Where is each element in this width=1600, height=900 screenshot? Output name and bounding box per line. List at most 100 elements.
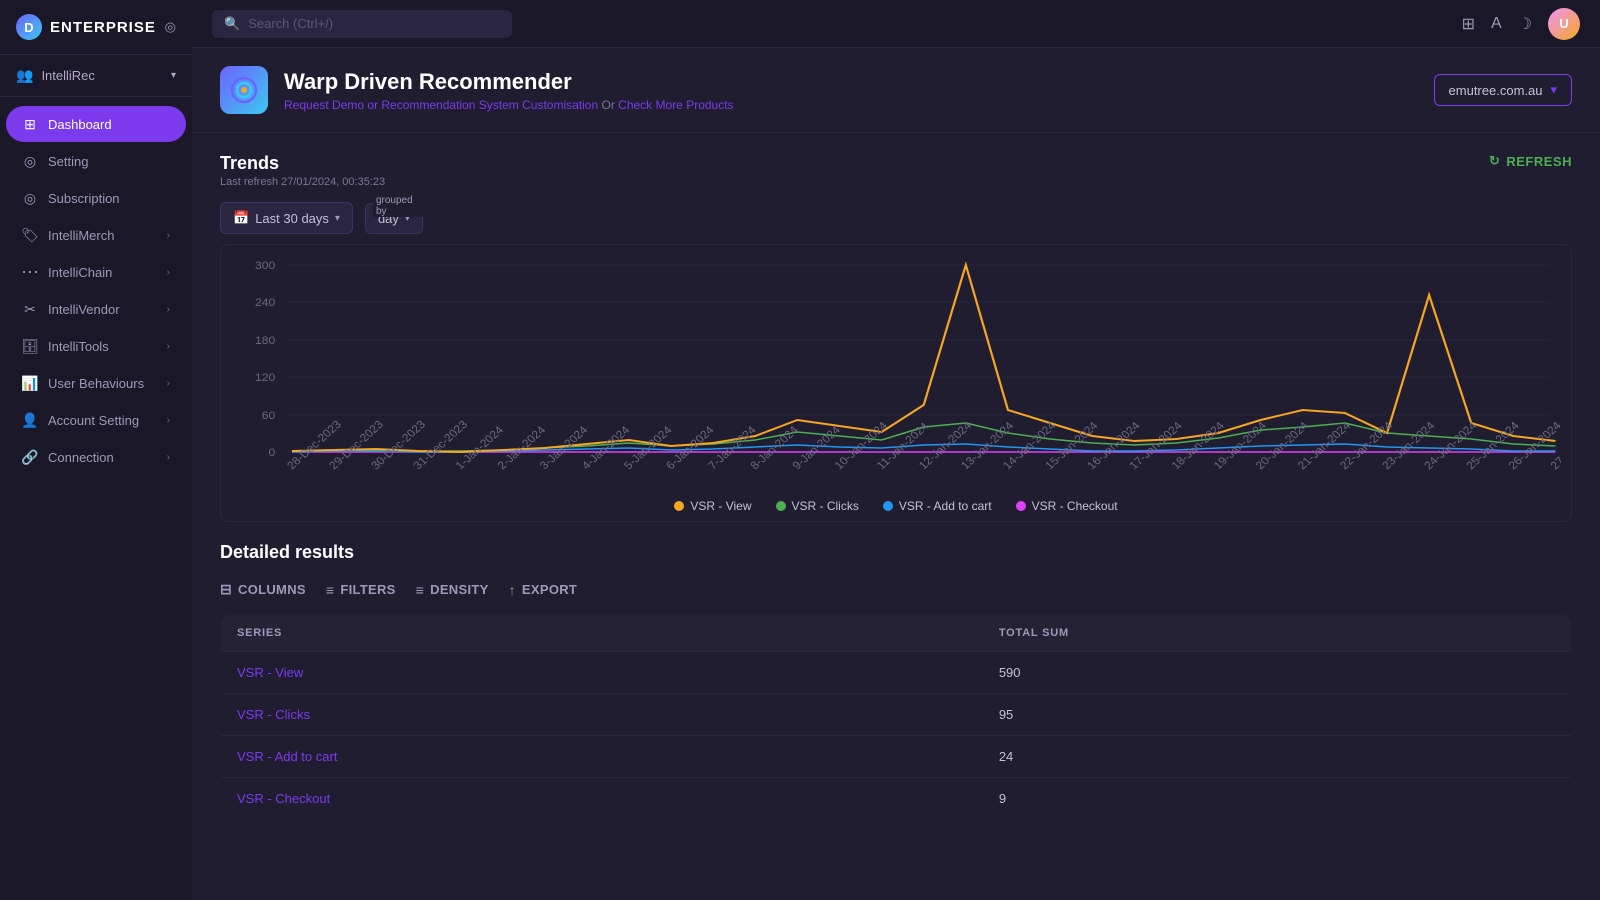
plugin-title: Warp Driven Recommender [284, 69, 734, 95]
sidebar-item-dashboard[interactable]: ⊞ Dashboard [6, 106, 186, 142]
sidebar-item-connection[interactable]: 🔗 Connection › [6, 439, 186, 475]
total-sum-cell: 95 [983, 694, 1572, 736]
legend-label-add-to-cart: VSR - Add to cart [899, 499, 992, 513]
filters-icon: ≡ [326, 582, 334, 598]
main: 🔍 Search (Ctrl+/) ⊞ A ☽ U Warp Driven [192, 0, 1600, 900]
date-range-button[interactable]: 📅 Last 30 days ▾ [220, 202, 353, 234]
sidebar-item-subscription[interactable]: ◎ Subscription [6, 180, 186, 216]
sidebar-item-label: Account Setting [48, 413, 139, 428]
topbar-actions: ⊞ A ☽ U [1462, 8, 1580, 40]
legend-vsr-view: VSR - View [674, 499, 751, 513]
svg-text:240: 240 [255, 297, 275, 309]
intellitools-chevron-icon: › [167, 341, 170, 352]
total-sum-cell: 24 [983, 736, 1572, 778]
search-icon: 🔍 [224, 16, 240, 32]
export-icon: ↑ [509, 582, 516, 598]
trends-title: Trends [220, 153, 385, 174]
intellichain-icon: ⋯ [22, 264, 38, 280]
sidebar-item-intellimerch[interactable]: 🏷 IntelliMerch › [6, 217, 186, 253]
svg-text:0: 0 [269, 447, 276, 459]
check-products-link[interactable]: Check More Products [618, 98, 733, 112]
filters-label: FILTERS [340, 582, 395, 597]
density-label: DENSITY [430, 582, 488, 597]
legend-vsr-clicks: VSR - Clicks [776, 499, 859, 513]
detailed-section: Detailed results ⊟ COLUMNS ≡ FILTERS ≡ D… [192, 542, 1600, 848]
col-total-sum: TOTAL SUM [983, 615, 1572, 652]
chart-controls: 📅 Last 30 days ▾ grouped by day ▾ [220, 202, 1572, 234]
users-icon: 👥 [16, 67, 33, 84]
total-sum-cell: 590 [983, 652, 1572, 694]
sidebar-item-label: IntelliVendor [48, 302, 120, 317]
table-row: VSR - View 590 [221, 652, 1572, 694]
export-button[interactable]: ↑ EXPORT [509, 582, 578, 598]
grouped-by-label: grouped by [373, 195, 423, 217]
svg-text:60: 60 [262, 410, 276, 422]
vsr-clicks-link[interactable]: VSR - Clicks [237, 707, 310, 722]
sidebar-item-intellivendor[interactable]: ✂ IntelliVendor › [6, 291, 186, 327]
legend-dot-clicks [776, 501, 786, 511]
density-icon: ≡ [416, 582, 424, 598]
sidebar-nav: ⊞ Dashboard ◎ Setting ◎ Subscription 🏷 I… [0, 97, 192, 900]
connection-icon: 🔗 [22, 449, 38, 465]
table-body: VSR - View 590 VSR - Clicks 95 VSR - Add… [221, 652, 1572, 820]
columns-label: COLUMNS [238, 582, 306, 597]
vsr-view-link[interactable]: VSR - View [237, 665, 303, 680]
sidebar-item-user-behaviours[interactable]: 📊 User Behaviours › [6, 365, 186, 401]
trends-section: Trends Last refresh 27/01/2024, 00:35:23… [192, 133, 1600, 542]
sidebar-item-label: Dashboard [48, 117, 112, 132]
dashboard-icon: ⊞ [22, 116, 38, 132]
sidebar-item-account-setting[interactable]: 👤 Account Setting › [6, 402, 186, 438]
target-icon[interactable]: ◎ [165, 19, 176, 35]
moon-icon[interactable]: ☽ [1518, 14, 1532, 34]
table-header: SERIES TOTAL SUM [221, 615, 1572, 652]
org-chevron-icon: ▾ [171, 70, 176, 81]
plugin-subtitle: Request Demo or Recommendation System Cu… [284, 98, 734, 112]
org-selector[interactable]: 👥 IntelliRec ▾ [0, 55, 192, 97]
series-cell: VSR - Add to cart [221, 736, 983, 778]
series-cell: VSR - View [221, 652, 983, 694]
chart-area: .grid-line { stroke: #2a2540; stroke-wid… [231, 255, 1561, 485]
user-behaviours-chevron-icon: › [167, 378, 170, 389]
vsr-checkout-link[interactable]: VSR - Checkout [237, 791, 330, 806]
request-demo-link[interactable]: Request Demo or Recommendation System Cu… [284, 98, 598, 112]
plugin-logo [220, 66, 268, 114]
account-setting-icon: 👤 [22, 412, 38, 428]
sidebar-item-intellichain[interactable]: ⋯ IntelliChain › [6, 254, 186, 290]
date-range-chevron-icon: ▾ [335, 213, 340, 224]
trends-subtitle: Last refresh 27/01/2024, 00:35:23 [220, 176, 385, 188]
series-cell: VSR - Checkout [221, 778, 983, 820]
intellitools-icon: 🗄 [22, 338, 38, 354]
sidebar-item-setting[interactable]: ◎ Setting [6, 143, 186, 179]
density-button[interactable]: ≡ DENSITY [416, 582, 489, 598]
series-cell: VSR - Clicks [221, 694, 983, 736]
vsr-add-to-cart-link[interactable]: VSR - Add to cart [237, 749, 337, 764]
col-series: SERIES [221, 615, 983, 652]
org-name: IntelliRec [41, 68, 94, 83]
avatar[interactable]: U [1548, 8, 1580, 40]
search-bar[interactable]: 🔍 Search (Ctrl+/) [212, 10, 512, 38]
connection-chevron-icon: › [167, 452, 170, 463]
export-label: EXPORT [522, 582, 577, 597]
results-table: SERIES TOTAL SUM VSR - View 590 VSR - Cl… [220, 614, 1572, 820]
search-placeholder: Search (Ctrl+/) [248, 16, 333, 31]
chart-wrapper: .grid-line { stroke: #2a2540; stroke-wid… [220, 244, 1572, 522]
legend-vsr-add-to-cart: VSR - Add to cart [883, 499, 992, 513]
app-title: ENTERPRISE [50, 19, 156, 36]
grid-icon[interactable]: ⊞ [1462, 14, 1475, 34]
refresh-button[interactable]: ↻ REFRESH [1489, 153, 1572, 169]
filters-button[interactable]: ≡ FILTERS [326, 582, 396, 598]
topbar: 🔍 Search (Ctrl+/) ⊞ A ☽ U [192, 0, 1600, 48]
sidebar-item-label: IntelliMerch [48, 228, 114, 243]
table-controls: ⊟ COLUMNS ≡ FILTERS ≡ DENSITY ↑ EXPORT [220, 577, 1572, 602]
sidebar-item-label: Connection [48, 450, 114, 465]
plugin-info: Warp Driven Recommender Request Demo or … [284, 69, 734, 112]
account-setting-chevron-icon: › [167, 415, 170, 426]
table-row: VSR - Clicks 95 [221, 694, 1572, 736]
legend-dot-checkout [1016, 501, 1026, 511]
translate-icon[interactable]: A [1491, 15, 1502, 33]
columns-button[interactable]: ⊟ COLUMNS [220, 581, 306, 598]
sidebar-item-label: Subscription [48, 191, 120, 206]
domain-selector[interactable]: emutree.com.au ▾ [1434, 74, 1572, 106]
trends-header: Trends Last refresh 27/01/2024, 00:35:23… [220, 153, 1572, 188]
sidebar-item-intellitools[interactable]: 🗄 IntelliTools › [6, 328, 186, 364]
